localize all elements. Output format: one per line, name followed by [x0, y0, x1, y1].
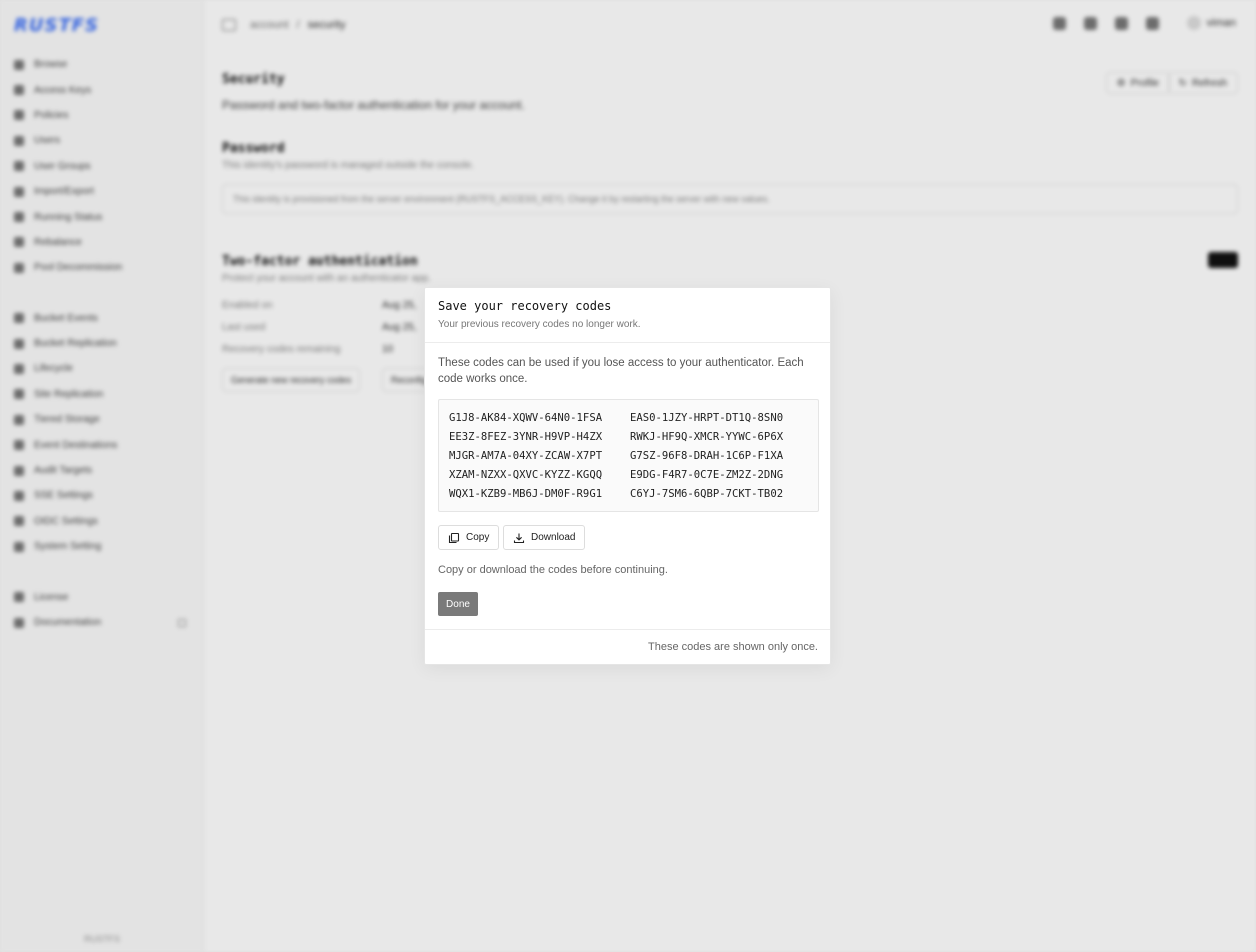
recovery-code: G7SZ-96F8-DRAH-1C6P-F1XA — [630, 450, 784, 462]
dialog-description: These codes can be used if you lose acce… — [438, 357, 804, 385]
copy-label: Copy — [466, 532, 490, 543]
recovery-code: E9DG-F4R7-0C7E-ZM2Z-2DNG — [630, 469, 784, 481]
dialog-title: Save your recovery codes — [438, 299, 612, 313]
download-icon — [513, 533, 525, 543]
recovery-code: MJGR-AM7A-04XY-ZCAW-X7PT — [449, 450, 603, 462]
dialog-hint: Copy or download the codes before contin… — [438, 564, 668, 576]
recovery-code: G1J8-AK84-XQWV-64N0-1FSA — [449, 412, 603, 424]
recovery-code: RWKJ-HF9Q-XMCR-YYWC-6P6X — [630, 431, 784, 443]
recovery-code: WQX1-KZB9-MB6J-DM0F-R9G1 — [449, 488, 603, 500]
recovery-code: EE3Z-8FEZ-3YNR-H9VP-H4ZX — [449, 431, 603, 443]
dialog-divider — [425, 342, 830, 343]
recovery-codes-dialog: Save your recovery codes Your previous r… — [424, 287, 831, 665]
recovery-code: EAS0-1JZY-HRPT-DT1Q-8SN0 — [630, 412, 784, 424]
dialog-subtitle: Your previous recovery codes no longer w… — [438, 319, 641, 330]
download-label: Download — [531, 532, 576, 543]
recovery-code: C6YJ-7SM6-6QBP-7CKT-TB02 — [630, 488, 784, 500]
done-button[interactable]: Done — [438, 592, 478, 616]
recovery-code: XZAM-NZXX-QXVC-KYZZ-KGQQ — [449, 469, 603, 481]
copy-icon — [448, 532, 460, 543]
recovery-codes-box: G1J8-AK84-XQWV-64N0-1FSA EAS0-1JZY-HRPT-D… — [438, 399, 819, 512]
copy-button[interactable]: Copy — [438, 525, 500, 550]
dialog-footer-divider — [425, 629, 830, 630]
dialog-footer-note: These codes are shown only once. — [648, 641, 818, 653]
download-button[interactable]: Download — [503, 525, 586, 550]
